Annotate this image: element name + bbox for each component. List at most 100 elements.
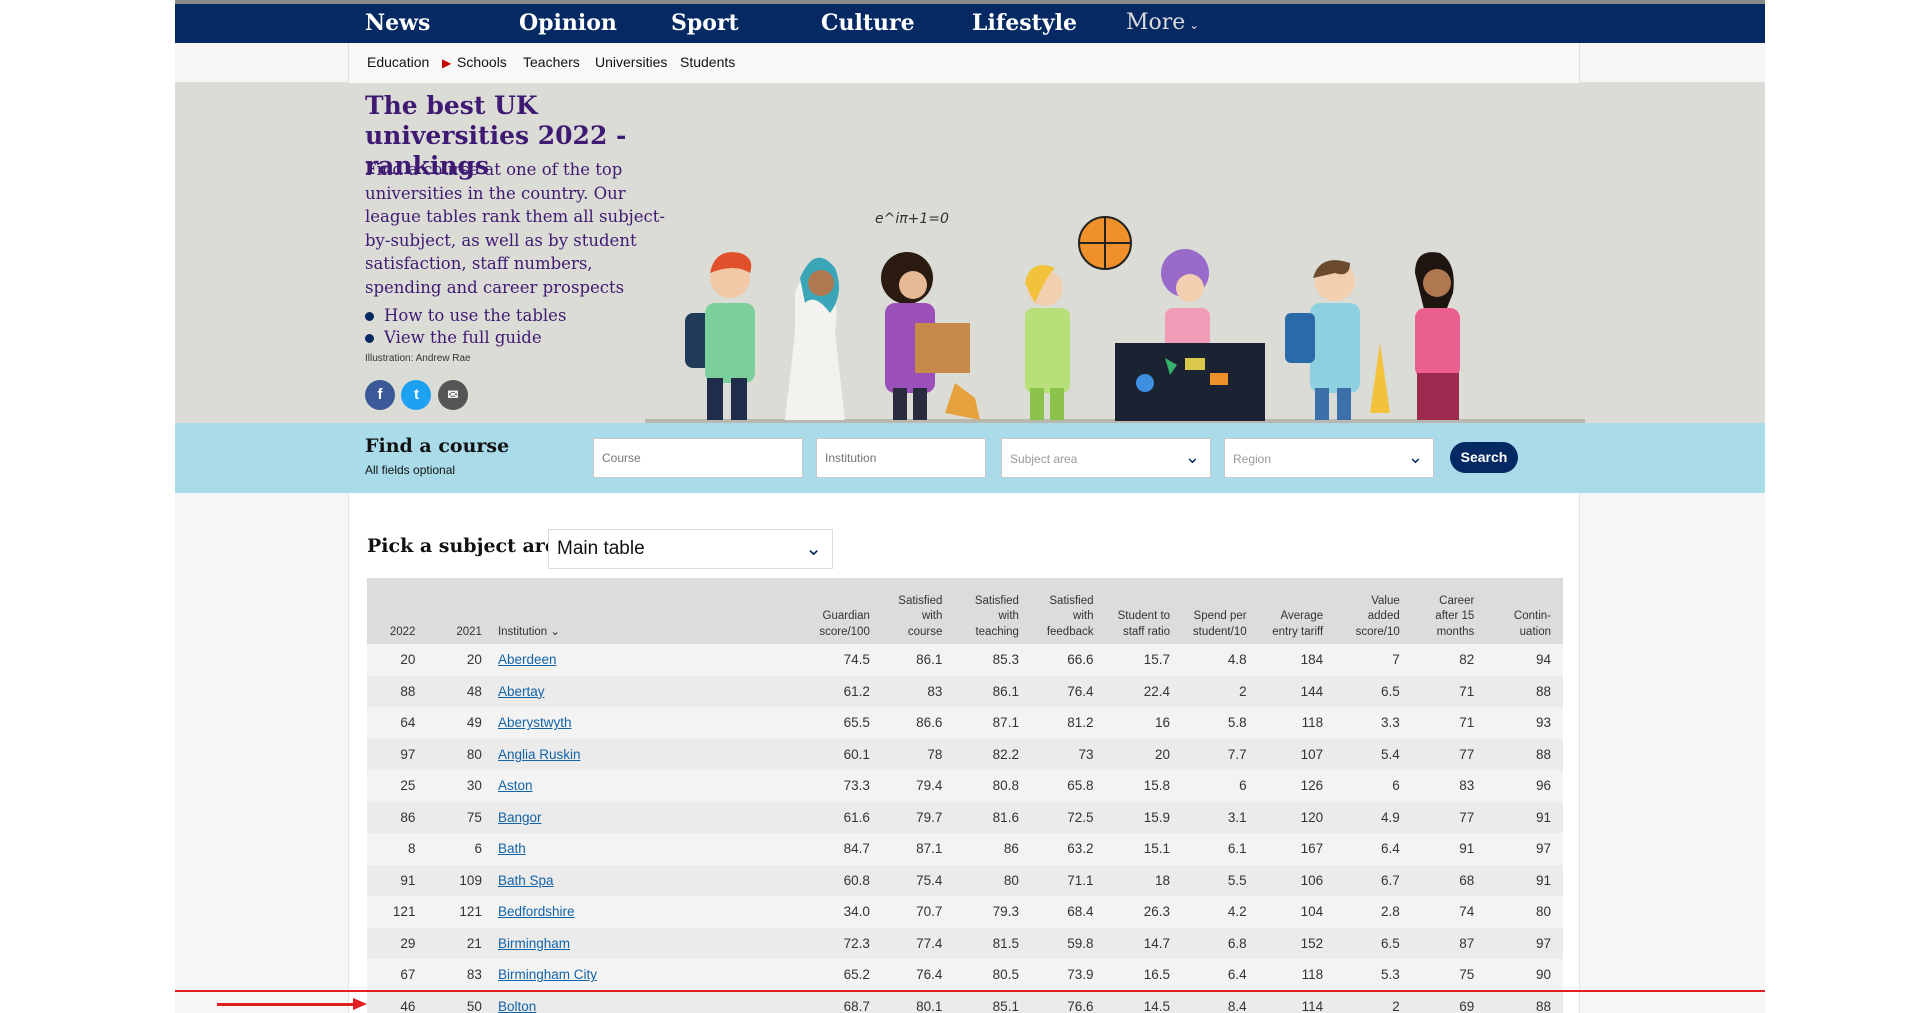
table-cell: 87.1 bbox=[916, 841, 943, 857]
table-cell: 6.7 bbox=[1380, 872, 1400, 888]
table-cell: 6 bbox=[1392, 778, 1400, 794]
table-cell: 91 bbox=[1459, 841, 1475, 857]
table-cell: 87.1 bbox=[992, 715, 1019, 731]
table-row: 67 83 Birmingham City 65.2 76.4 80.5 73.9 16.5 6… bbox=[367, 959, 1563, 991]
table-cell: 76.4 bbox=[916, 967, 943, 983]
nav-opinion[interactable]: Opinion bbox=[519, 10, 617, 36]
table-cell: 77 bbox=[1459, 746, 1475, 762]
nav-more[interactable]: More ⌄ bbox=[1126, 10, 1199, 35]
table-cell: 66.6 bbox=[1067, 652, 1094, 668]
table-cell: 144 bbox=[1300, 683, 1324, 699]
col-2021[interactable]: 2021 bbox=[427, 578, 494, 644]
table-cell: 6 bbox=[1239, 778, 1247, 794]
col-spend-per-student[interactable]: Spend per student/10 bbox=[1182, 578, 1259, 644]
facebook-icon[interactable]: f bbox=[365, 380, 395, 410]
twitter-icon[interactable]: t bbox=[401, 380, 432, 410]
table-cell: 5.4 bbox=[1380, 746, 1400, 762]
search-button[interactable]: Search bbox=[1450, 442, 1518, 473]
col-2022[interactable]: 2022 bbox=[367, 578, 427, 644]
nav-culture[interactable]: Culture bbox=[821, 10, 915, 36]
table-cell: 77 bbox=[1459, 809, 1475, 825]
subnav-universities[interactable]: Universities bbox=[595, 54, 667, 70]
table-cell: 73.9 bbox=[1067, 967, 1094, 983]
table-cell: 81.5 bbox=[992, 935, 1019, 951]
institution-cell: Abertay bbox=[494, 676, 796, 708]
nav-news[interactable]: News bbox=[365, 10, 430, 36]
link-how-to-use[interactable]: How to use the tables bbox=[365, 305, 566, 327]
table-cell: 121 bbox=[392, 904, 416, 920]
institution-link[interactable]: Anglia Ruskin bbox=[498, 747, 581, 762]
table-cell: 68.7 bbox=[843, 998, 870, 1013]
table-cell: 91 bbox=[1535, 872, 1551, 888]
table-cell: 70.7 bbox=[916, 904, 943, 920]
subnav-students[interactable]: Students bbox=[680, 54, 735, 70]
subject-area-selected: Main table bbox=[557, 538, 645, 559]
subnav-teachers[interactable]: Teachers bbox=[523, 54, 580, 70]
col-satisfied-teaching[interactable]: Satisfied with teaching bbox=[954, 578, 1031, 644]
institution-link[interactable]: Bolton bbox=[498, 999, 536, 1013]
col-institution-label: Institution bbox=[497, 625, 548, 638]
institution-link[interactable]: Aberdeen bbox=[498, 652, 557, 667]
col-value-added[interactable]: Value added score/10 bbox=[1335, 578, 1412, 644]
table-row: 91 109 Bath Spa 60.8 75.4 80 71.1 18 5.5 106 6.7 68… bbox=[367, 864, 1563, 896]
table-cell: 6.4 bbox=[1227, 967, 1247, 983]
table-cell: 106 bbox=[1300, 872, 1324, 888]
col-satisfied-course[interactable]: Satisfied with course bbox=[882, 578, 955, 644]
arrowhead-icon bbox=[353, 998, 367, 1010]
table-cell: 68.4 bbox=[1067, 904, 1094, 920]
institution-link[interactable]: Bath bbox=[498, 841, 526, 856]
institution-link[interactable]: Birmingham City bbox=[498, 967, 597, 982]
institution-link[interactable]: Aberystwyth bbox=[498, 715, 572, 730]
col-average-entry-tariff[interactable]: Average entry tariff bbox=[1259, 578, 1336, 644]
table-cell: 118 bbox=[1301, 715, 1324, 731]
email-icon[interactable]: ✉ bbox=[437, 380, 468, 410]
table-cell: 77.4 bbox=[916, 935, 943, 951]
link-full-guide-label: View the full guide bbox=[384, 328, 542, 347]
table-cell: 20 bbox=[400, 652, 416, 668]
table-row: 121 121 Bedfordshire 34.0 70.7 79.3 68.4 26.3 4.… bbox=[367, 896, 1563, 928]
col-institution[interactable]: Institution ⌄ bbox=[494, 578, 796, 644]
table-cell: 67 bbox=[400, 967, 416, 983]
table-cell: 74.5 bbox=[843, 652, 870, 668]
table-cell: 91 bbox=[400, 872, 416, 888]
table-cell: 61.6 bbox=[843, 809, 870, 825]
nav-lifestyle[interactable]: Lifestyle bbox=[972, 10, 1077, 36]
table-cell: 26.3 bbox=[1143, 904, 1171, 920]
subnav-education[interactable]: Education bbox=[367, 54, 429, 70]
subnav-column: Education ▶ Schools Teachers Universitie… bbox=[348, 43, 1580, 83]
course-input[interactable] bbox=[593, 438, 803, 478]
table-cell: 126 bbox=[1300, 778, 1324, 794]
institution-link[interactable]: Bath Spa bbox=[498, 873, 554, 888]
nav-sport[interactable]: Sport bbox=[671, 10, 739, 36]
table-cell: 60.1 bbox=[843, 746, 870, 762]
subnav-schools[interactable]: Schools bbox=[457, 54, 507, 70]
institution-cell: Aberdeen bbox=[494, 644, 796, 676]
table-cell: 82.2 bbox=[992, 746, 1019, 762]
institution-link[interactable]: Aston bbox=[498, 778, 533, 793]
institution-link[interactable]: Bedfordshire bbox=[498, 904, 575, 919]
region-select[interactable]: Region ⌄ bbox=[1224, 438, 1434, 478]
col-satisfied-feedback[interactable]: Satisfied with feedback bbox=[1031, 578, 1106, 644]
link-full-guide[interactable]: View the full guide bbox=[365, 327, 566, 349]
table-cell: 97 bbox=[1535, 935, 1551, 951]
institution-link[interactable]: Abertay bbox=[498, 684, 545, 699]
col-student-staff-ratio[interactable]: Student to staff ratio bbox=[1106, 578, 1183, 644]
subject-area-select[interactable]: Subject area ⌄ bbox=[1001, 438, 1211, 478]
table-row: 25 30 Aston 73.3 79.4 80.8 65.8 15.8 6 126 6 83 96 bbox=[367, 770, 1563, 802]
institution-input[interactable] bbox=[816, 438, 986, 478]
table-cell: 20 bbox=[1155, 746, 1171, 762]
table-cell: 22.4 bbox=[1143, 683, 1171, 699]
table-cell: 86.6 bbox=[916, 715, 943, 731]
table-cell: 80.1 bbox=[916, 998, 943, 1013]
subject-area-dropdown[interactable]: Main table ⌄ bbox=[548, 529, 833, 569]
col-continuation[interactable]: Contin-uation bbox=[1486, 578, 1563, 644]
table-cell: 25 bbox=[400, 778, 416, 794]
table-cell: 4.8 bbox=[1227, 652, 1247, 668]
table-cell: 86 bbox=[400, 809, 416, 825]
col-career-after-15-months[interactable]: Career after 15 months bbox=[1412, 578, 1487, 644]
institution-link[interactable]: Bangor bbox=[498, 810, 542, 825]
institution-link[interactable]: Birmingham bbox=[498, 936, 570, 951]
col-guardian-score[interactable]: Guardian score/100 bbox=[796, 578, 882, 644]
table-cell: 81.2 bbox=[1067, 715, 1094, 731]
table-cell: 5.5 bbox=[1227, 872, 1247, 888]
